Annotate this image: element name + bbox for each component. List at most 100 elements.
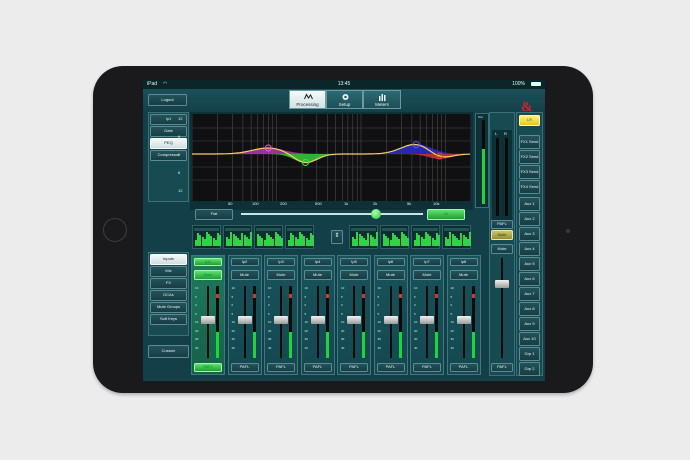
- channel-fader[interactable]: [310, 315, 325, 324]
- channel-name-button[interactable]: Ip3: [267, 258, 295, 266]
- logout-button[interactable]: Logout: [148, 94, 187, 106]
- layer-mix[interactable]: Mix: [150, 266, 187, 277]
- battery-icon: [531, 82, 541, 86]
- aux-group-button[interactable]: Grp 1: [519, 347, 540, 361]
- layer-fx[interactable]: FX: [150, 278, 187, 289]
- up-down-icon[interactable]: ⇕: [331, 230, 343, 244]
- channel-fader[interactable]: [383, 315, 398, 324]
- pafl-button[interactable]: PAFL: [449, 363, 478, 372]
- overview-block[interactable]: [442, 225, 472, 249]
- aux-group-button[interactable]: Grp 2: [519, 362, 540, 376]
- pafl-button[interactable]: PAFL: [376, 363, 405, 372]
- channel-name-button[interactable]: Ip7: [413, 258, 441, 266]
- db-label: 12: [178, 116, 183, 121]
- freq-label: 100: [252, 201, 259, 206]
- master-mute-button-2[interactable]: Mute: [491, 244, 513, 254]
- channel-name-button[interactable]: Ip2: [230, 258, 259, 266]
- tab-setup[interactable]: Setup: [326, 90, 363, 109]
- freq-label: 50: [228, 201, 233, 206]
- aux-group-button[interactable]: Aux 8: [519, 302, 540, 316]
- aux-group-button[interactable]: Aux 4: [519, 242, 540, 256]
- layer-mute-groups[interactable]: Mute Groups: [150, 302, 187, 313]
- layer-inputs[interactable]: Inputs: [150, 254, 187, 265]
- mute-button[interactable]: Mute: [413, 270, 441, 280]
- aux-group-button[interactable]: Aux 10: [519, 332, 540, 346]
- home-button[interactable]: [103, 218, 127, 242]
- channel-meter: [435, 286, 438, 358]
- pafl-button[interactable]: PAFL: [194, 363, 222, 372]
- output-meter: [482, 120, 485, 204]
- fx-send-button[interactable]: FX2 Send: [519, 150, 540, 164]
- tab-meters-label: Meters: [375, 102, 389, 107]
- mix-lr-button[interactable]: LR: [519, 115, 540, 126]
- aux-group-button[interactable]: Aux 1: [519, 197, 540, 211]
- tab-meters[interactable]: Meters: [363, 90, 401, 109]
- aux-group-button[interactable]: Aux 7: [519, 287, 540, 301]
- fx-send-button[interactable]: FX1 Send: [519, 135, 540, 149]
- pafl-button[interactable]: PAFL: [267, 363, 295, 372]
- layer-soft-keys[interactable]: Soft Keys: [150, 314, 187, 325]
- overview-block[interactable]: [223, 225, 253, 249]
- fx-send-button[interactable]: FX4 Send: [519, 180, 540, 194]
- aux-group-button[interactable]: Aux 2: [519, 212, 540, 226]
- overview-block[interactable]: [349, 225, 379, 249]
- channel-fader[interactable]: [456, 315, 471, 324]
- master-pafl-top[interactable]: PAFL: [491, 220, 513, 229]
- db-label: 6: [178, 170, 181, 175]
- overview-block[interactable]: [380, 225, 410, 249]
- overview-labels: [194, 228, 219, 231]
- overview-block[interactable]: [411, 225, 441, 249]
- overview-block[interactable]: [285, 225, 315, 249]
- eq-slider-knob[interactable]: [371, 209, 381, 219]
- channel-fader[interactable]: [237, 315, 252, 324]
- peq-graph[interactable]: [192, 114, 471, 201]
- channel-name-button[interactable]: Ip8: [449, 258, 478, 266]
- mute-button[interactable]: Mute: [449, 270, 478, 280]
- pafl-button[interactable]: PAFL: [303, 363, 332, 372]
- channel-meter: [362, 286, 365, 358]
- mute-button[interactable]: Mute: [194, 270, 222, 280]
- aux-group-button[interactable]: Aux 9: [519, 317, 540, 331]
- channel-name-button[interactable]: Ip5: [340, 258, 368, 266]
- master-mute-button[interactable]: Mute: [491, 230, 513, 240]
- aux-group-button[interactable]: Aux 6: [519, 272, 540, 286]
- master-pafl-bottom[interactable]: PAFL: [491, 363, 513, 372]
- custom-button[interactable]: Custom: [148, 345, 189, 358]
- meter-fill: [471, 332, 475, 358]
- master-fader-track[interactable]: [501, 258, 503, 358]
- layer-dcas[interactable]: DCAs: [150, 290, 187, 301]
- channel-meter: [325, 286, 329, 358]
- overview-meter: [250, 232, 253, 246]
- fader-scale: 10 5 0 5 10 20 30 40: [450, 286, 454, 350]
- channel-fader[interactable]: [201, 315, 215, 324]
- pafl-button[interactable]: PAFL: [230, 363, 259, 372]
- mute-button[interactable]: Mute: [230, 270, 259, 280]
- mute-button[interactable]: Mute: [303, 270, 332, 280]
- overview-meter: [438, 235, 441, 246]
- db-scale: 12 6 0 6 12: [178, 116, 188, 193]
- tab-processing[interactable]: Processing: [289, 90, 326, 109]
- eq-slider-track[interactable]: [241, 213, 423, 215]
- channel-strip: Ip1 Mute 10 5 0 5 10 20 30 40 PAFL: [191, 255, 225, 375]
- aux-group-button[interactable]: Aux 5: [519, 257, 540, 271]
- master-fader[interactable]: [495, 280, 509, 288]
- channel-name-button[interactable]: Ip1: [194, 258, 222, 266]
- channel-name-button[interactable]: Ip6: [376, 258, 405, 266]
- mute-button[interactable]: Mute: [340, 270, 368, 280]
- overview-block[interactable]: [254, 225, 284, 249]
- channel-fader[interactable]: [274, 315, 288, 324]
- meter-peak: [362, 294, 365, 298]
- pafl-button[interactable]: PAFL: [413, 363, 441, 372]
- pafl-button[interactable]: PAFL: [340, 363, 368, 372]
- eq-in-button[interactable]: In: [427, 209, 465, 220]
- overview-block[interactable]: [192, 225, 222, 249]
- mute-button[interactable]: Mute: [267, 270, 295, 280]
- mute-button[interactable]: Mute: [376, 270, 405, 280]
- fx-send-button[interactable]: FX3 Send: [519, 165, 540, 179]
- channel-strip: Ip4 Mute 10 5 0 5 10 20 30 40 PAFL: [300, 255, 335, 375]
- aux-group-button[interactable]: Aux 3: [519, 227, 540, 241]
- flat-button[interactable]: Flat: [195, 209, 233, 220]
- channel-name-button[interactable]: Ip4: [303, 258, 332, 266]
- channel-fader[interactable]: [420, 315, 434, 324]
- channel-fader[interactable]: [347, 315, 361, 324]
